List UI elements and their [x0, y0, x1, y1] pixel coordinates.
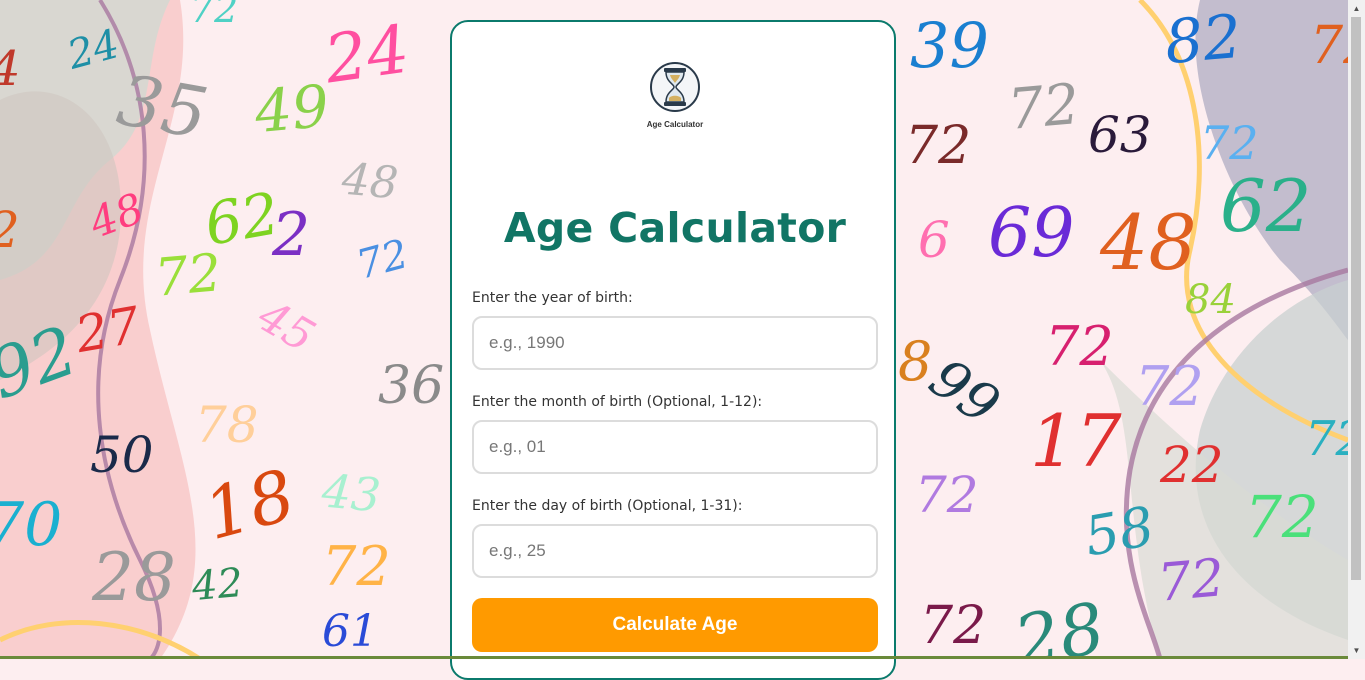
calculator-card: Age Calculator Age Calculator Enter the … [450, 20, 896, 680]
decorative-number: 50 [90, 426, 154, 484]
decorative-number: 72 [322, 535, 391, 598]
decorative-number: 72 [152, 243, 224, 309]
decorative-number: 36 [378, 356, 445, 416]
scroll-thumb[interactable] [1351, 17, 1361, 580]
decorative-number: 72 [1155, 548, 1227, 614]
decorative-number: 27 [71, 295, 145, 365]
day-label: Enter the day of birth (Optional, 1-31): [472, 498, 743, 514]
scroll-up-arrow-icon[interactable]: ▲ [1348, 0, 1365, 17]
decorative-number: 61 [322, 606, 378, 657]
decorative-number: 48 [1100, 198, 1197, 287]
decorative-number: 24 [62, 21, 124, 79]
app-logo: Age Calculator [645, 60, 705, 130]
decorative-number: 72 [1005, 72, 1082, 143]
decorative-number: 72 [1200, 116, 1259, 170]
page-title: Age Calculator [503, 204, 847, 252]
decorative-number: 72 [1305, 411, 1348, 467]
month-label: Enter the month of birth (Optional, 1-12… [472, 394, 763, 410]
decorative-number: 35 [111, 58, 214, 156]
month-input[interactable] [472, 420, 878, 474]
decorative-number: 72 [1310, 16, 1348, 76]
decorative-number: 58 [1079, 494, 1159, 569]
decorative-number: 48 [339, 153, 401, 210]
decorative-number: 69 [988, 194, 1075, 273]
day-input[interactable] [472, 524, 878, 578]
decorative-number: 17 [1030, 399, 1122, 483]
decorative-number: 72 [1245, 483, 1319, 551]
decorative-number: 70 [0, 490, 63, 560]
decorative-number: 72 [920, 596, 987, 656]
decorative-number: 6 [918, 211, 950, 269]
decorative-number: 72 [905, 116, 972, 176]
decorative-number: 39 [910, 9, 989, 82]
decorative-number: 22 [1160, 436, 1224, 494]
decorative-number: 18 [195, 453, 304, 557]
vertical-scrollbar[interactable]: ▲ ▼ [1348, 0, 1365, 659]
decorative-number: 28 [92, 539, 176, 616]
calculate-age-button[interactable]: Calculate Age [472, 598, 878, 652]
decorative-number: 42 [190, 559, 245, 611]
logo-caption: Age Calculator [646, 120, 704, 129]
decorative-number: 2 [272, 200, 311, 270]
decorative-number: 63 [1088, 106, 1152, 164]
decorative-number: 72 [1135, 355, 1204, 418]
decorative-number: 82 [1162, 1, 1245, 79]
scroll-down-arrow-icon[interactable]: ▼ [1348, 642, 1365, 659]
decorative-number: 72 [190, 0, 239, 31]
decorative-number: 72 [351, 231, 413, 289]
year-input[interactable] [472, 316, 878, 370]
decorative-number: 62 [1220, 164, 1312, 248]
decorative-number: 49 [252, 71, 332, 147]
decorative-number: 2 [0, 205, 20, 255]
decorative-number: 72 [915, 466, 979, 524]
decorative-number: 78 [195, 396, 259, 454]
hourglass-icon [650, 62, 700, 112]
year-label: Enter the year of birth: [472, 290, 633, 306]
decorative-number: 4 [0, 45, 21, 93]
decorative-number: 28 [1008, 586, 1111, 659]
decorative-number: 24 [319, 10, 414, 99]
decorative-number: 72 [1045, 315, 1114, 378]
decorative-number: 8 [898, 330, 933, 393]
decorative-number: 43 [319, 463, 383, 523]
decorative-number: 84 [1185, 277, 1236, 323]
